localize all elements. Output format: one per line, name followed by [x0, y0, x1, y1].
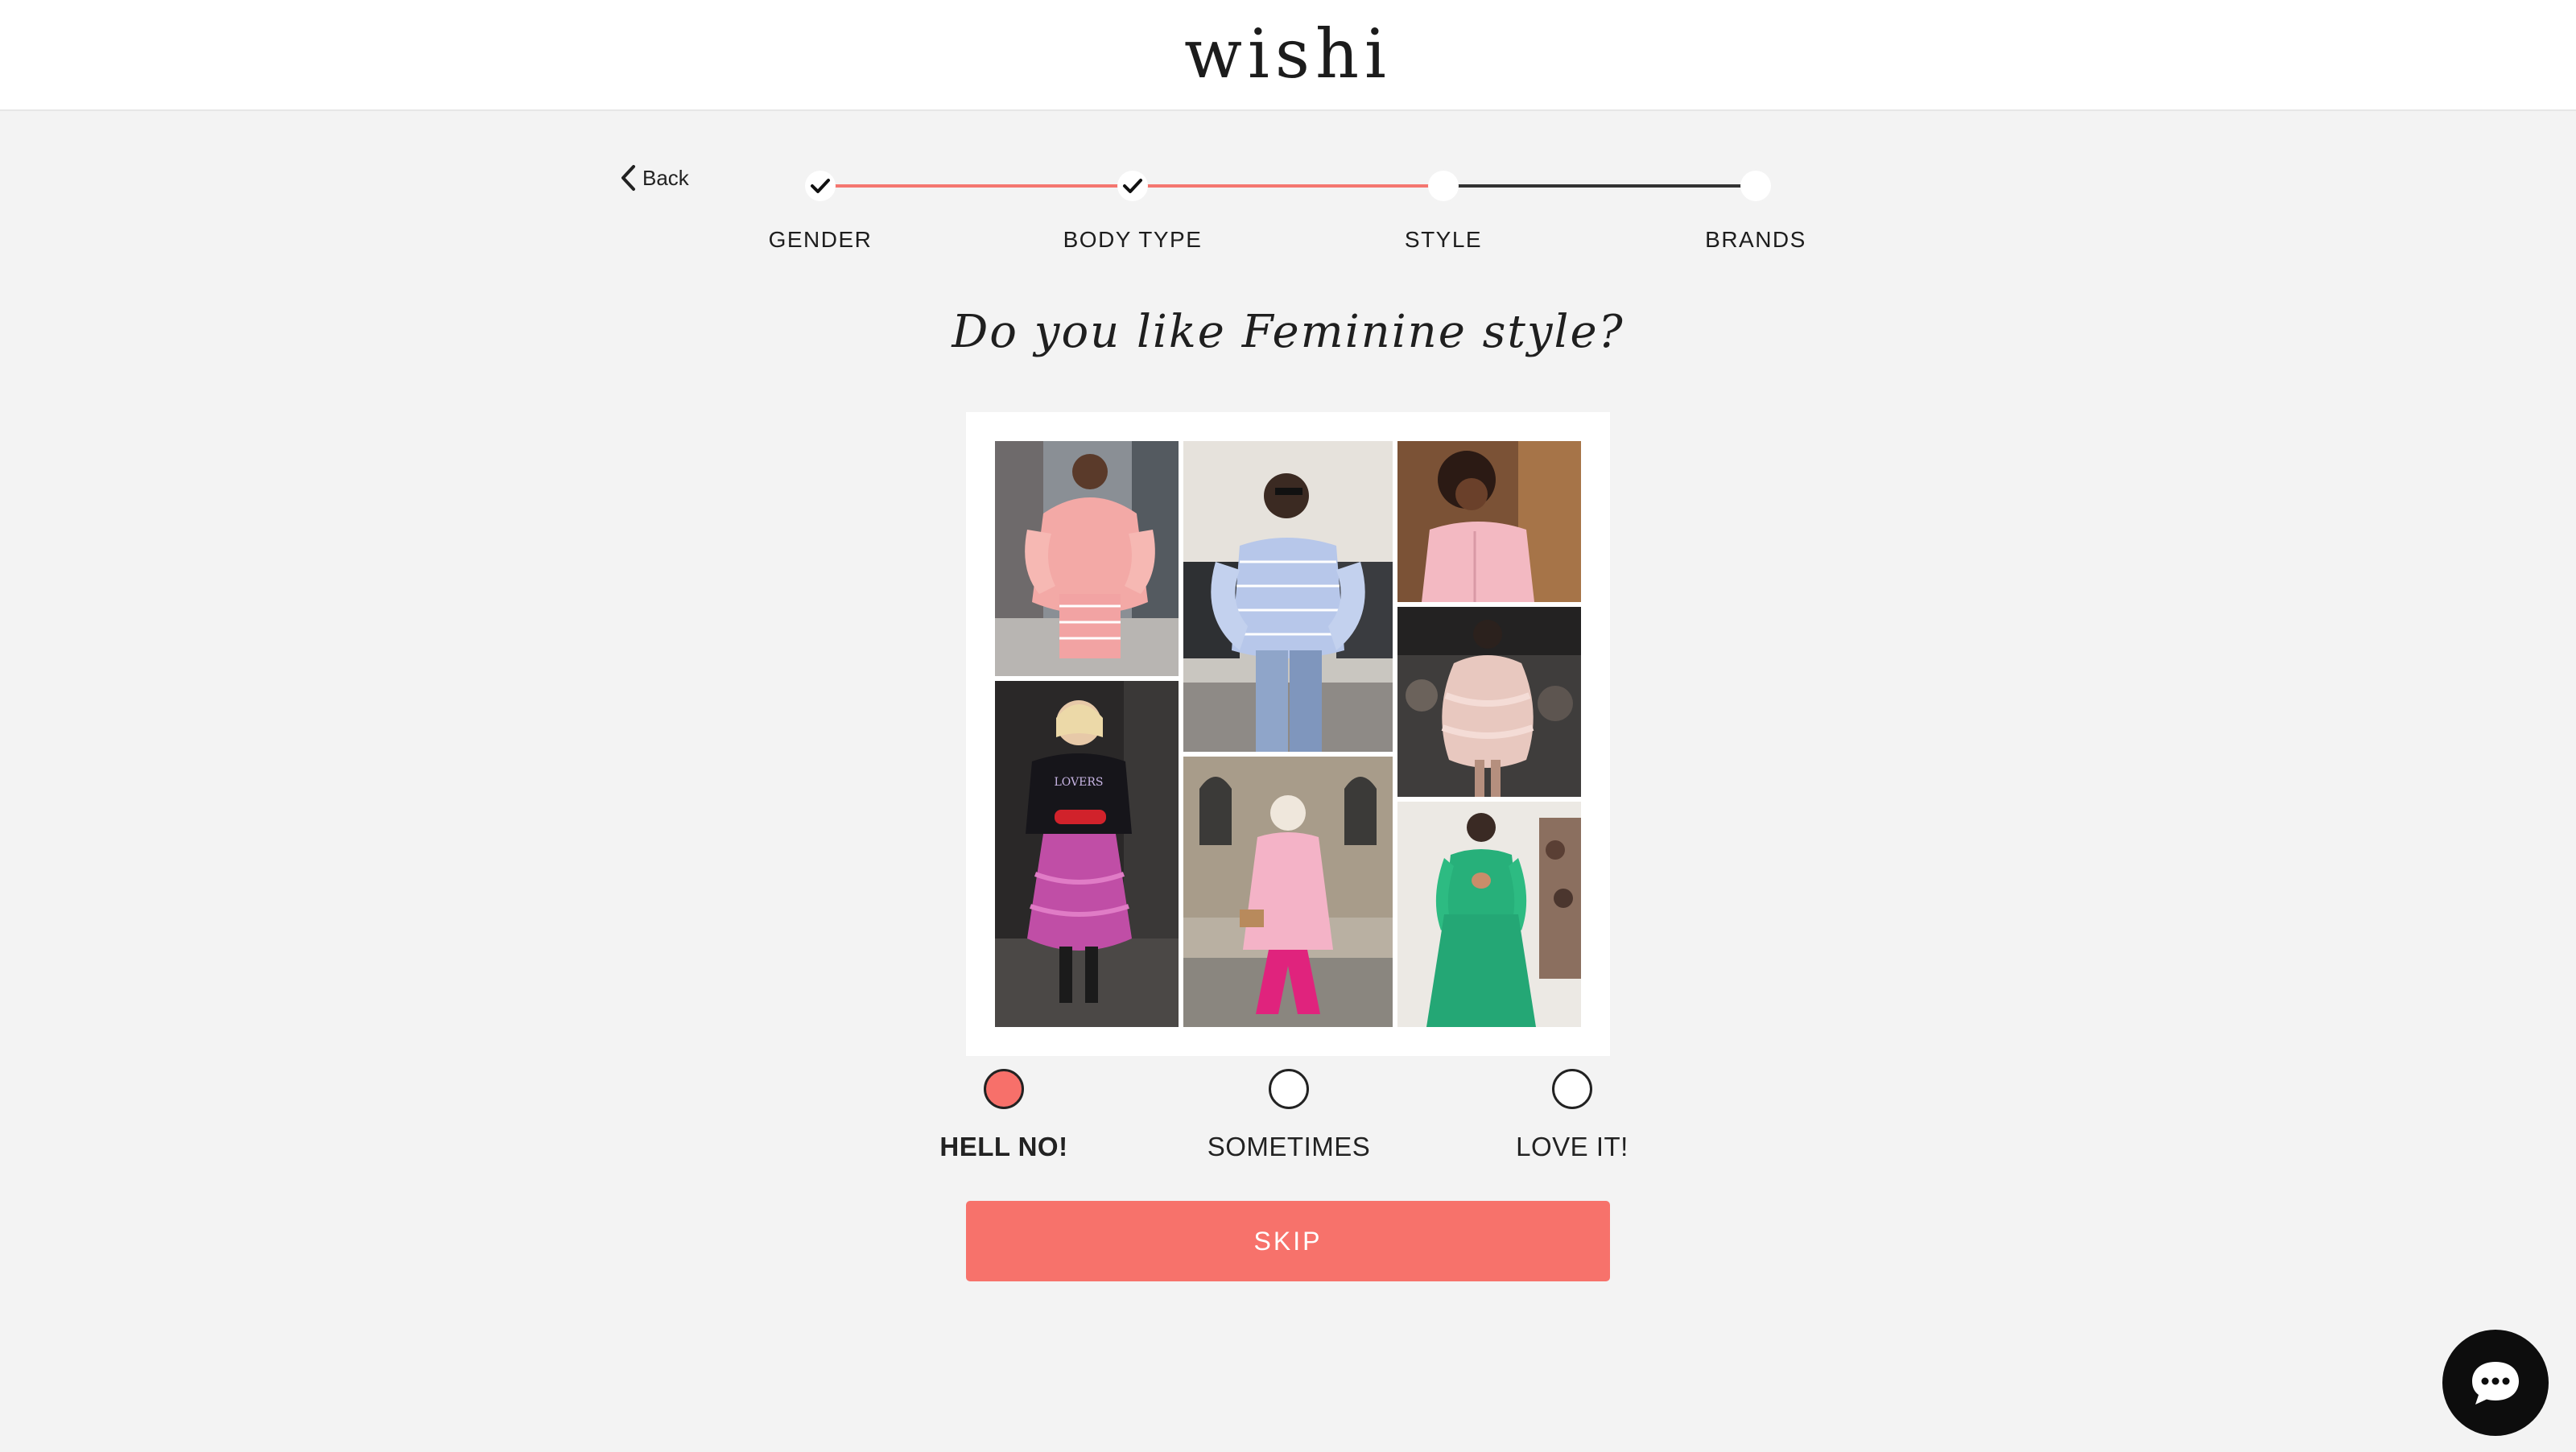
choice-label-love-it[interactable]: LOVE IT!	[1443, 1132, 1701, 1162]
skip-button[interactable]: SKIP	[966, 1201, 1610, 1281]
step-label-brands: BRANDS	[1705, 227, 1806, 252]
radio-hell-no[interactable]	[984, 1069, 1024, 1109]
style-collage-card: LOVERS	[966, 412, 1610, 1056]
step-dot-body-type	[1117, 171, 1148, 201]
choice-label-hell-no[interactable]: HELL NO!	[875, 1132, 1133, 1162]
wishi-logo[interactable]: wishi	[0, 14, 2576, 93]
step-label-gender: GENDER	[768, 227, 873, 252]
step-dot-gender	[805, 171, 836, 201]
photo-pink-ruffle-dress	[995, 441, 1179, 676]
question-heading: Do you like Feminine style?	[952, 306, 1624, 358]
chat-bubble-icon	[2472, 1362, 2519, 1405]
choice-label-sometimes[interactable]: SOMETIMES	[1160, 1132, 1418, 1162]
checkmark-icon	[1123, 179, 1142, 193]
photo-pink-shirt	[1397, 441, 1581, 602]
step-dot-style	[1428, 171, 1459, 201]
photo-tulle-dress	[1397, 607, 1581, 797]
top-header: wishi	[0, 0, 2576, 111]
step-label-style: STYLE	[1404, 227, 1483, 252]
radio-sometimes[interactable]	[1269, 1069, 1309, 1109]
photo-striped-top	[1183, 441, 1393, 752]
progress-segment-upcoming	[1443, 184, 1757, 188]
back-link[interactable]: Back	[620, 164, 689, 192]
svg-text:LOVERS: LOVERS	[1055, 776, 1104, 789]
chat-launcher-button[interactable]	[2442, 1330, 2549, 1436]
progress-track	[818, 184, 1757, 188]
photo-pink-coat	[1183, 757, 1393, 1027]
step-label-body-type: BODY TYPE	[1063, 227, 1203, 252]
chevron-left-icon	[621, 165, 635, 191]
radio-love-it[interactable]	[1552, 1069, 1592, 1109]
photo-green-gown	[1397, 802, 1581, 1027]
photo-lovers-sweater: LOVERS	[995, 681, 1179, 1027]
step-dot-brands	[1740, 171, 1771, 201]
back-label: Back	[642, 165, 689, 190]
checkmark-icon	[811, 179, 830, 193]
